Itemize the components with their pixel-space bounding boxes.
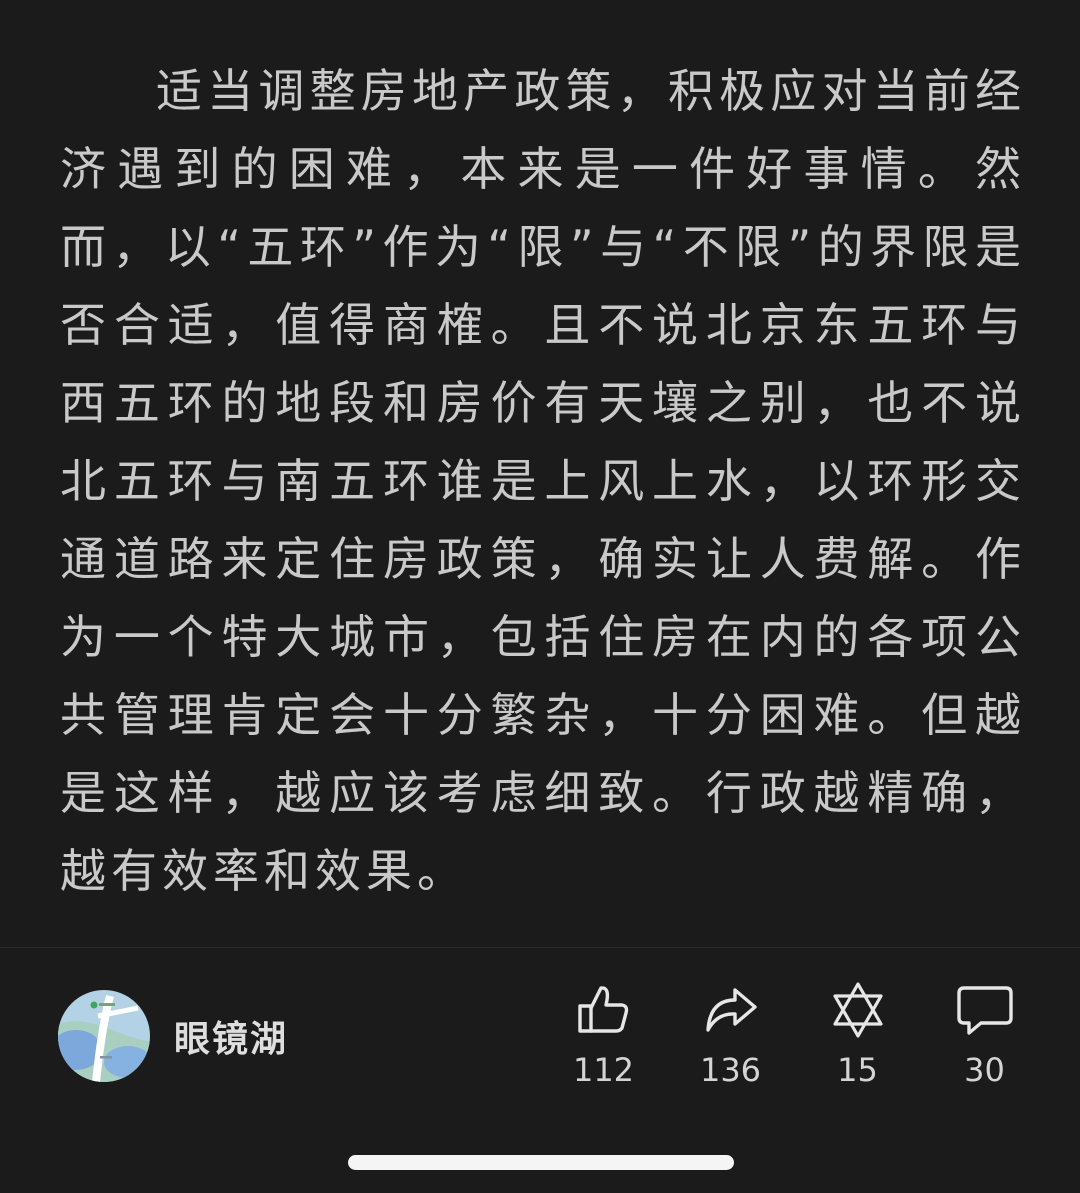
comment-count: 30 <box>964 1051 1005 1089</box>
thumbs-up-icon <box>572 978 636 1042</box>
author-avatar[interactable] <box>58 990 150 1082</box>
author-info[interactable]: 眼镜湖 <box>58 990 288 1082</box>
author-name[interactable]: 眼镜湖 <box>174 1010 288 1062</box>
comment-button[interactable]: 30 <box>921 978 1048 1098</box>
divider <box>0 947 1080 948</box>
article-text: 适当调整房地产政策，积极应对当前经济遇到的困难，本来是一件好事情。然而，以“五环… <box>60 64 1026 898</box>
favorite-count: 15 <box>837 1051 878 1089</box>
home-indicator[interactable] <box>348 1155 734 1170</box>
favorite-button[interactable]: 15 <box>794 978 921 1098</box>
share-count: 136 <box>699 1051 762 1089</box>
action-bar: 112 136 15 30 <box>540 978 1048 1098</box>
share-arrow-icon <box>699 978 763 1042</box>
comment-bubble-icon <box>953 978 1017 1042</box>
like-count: 112 <box>572 1051 635 1089</box>
like-button[interactable]: 112 <box>540 978 667 1098</box>
share-button[interactable]: 136 <box>667 978 794 1098</box>
star-of-david-icon <box>826 978 890 1042</box>
